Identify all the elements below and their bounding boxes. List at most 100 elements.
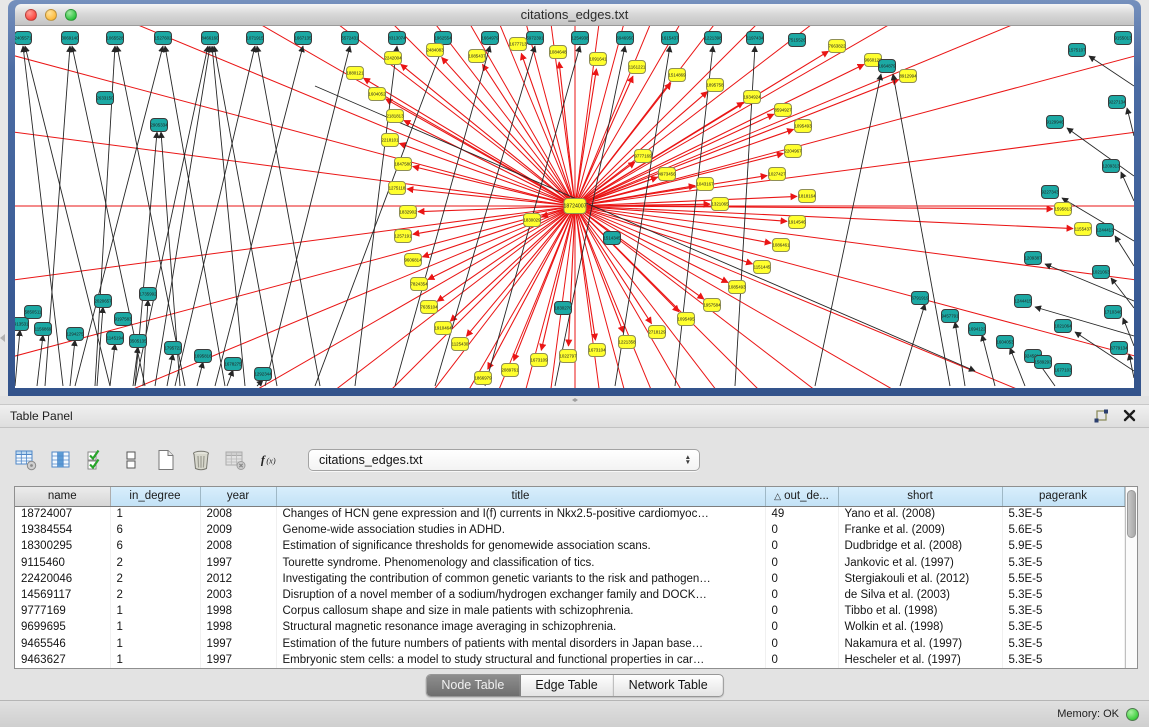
network-node[interactable]: 1615437 bbox=[661, 32, 679, 45]
cell-pagerank[interactable]: 5.9E-5 bbox=[1002, 538, 1124, 554]
network-node[interactable]: 5572431 bbox=[341, 32, 359, 45]
cell-in_degree[interactable]: 1 bbox=[110, 603, 200, 619]
edge-red[interactable] bbox=[15, 26, 575, 206]
table-row[interactable]: 911546021997Tourette syndrome. Phenomeno… bbox=[15, 555, 1124, 571]
cell-year[interactable]: 2012 bbox=[200, 571, 276, 587]
cell-title[interactable]: Tourette syndrome. Phenomenology and cla… bbox=[276, 555, 765, 571]
network-node[interactable]: 1275118 bbox=[389, 182, 406, 195]
edge-red-selected[interactable] bbox=[428, 206, 575, 280]
network-node[interactable]: 7824354 bbox=[410, 278, 428, 291]
network-node[interactable]: 1321065 bbox=[711, 198, 729, 211]
cell-pagerank[interactable]: 5.3E-5 bbox=[1002, 619, 1124, 635]
network-node[interactable]: 1710346 bbox=[1104, 306, 1122, 319]
network-node[interactable]: 1257191 bbox=[394, 230, 412, 243]
network-node[interactable]: 2718129 bbox=[648, 326, 666, 339]
edge-black[interactable] bbox=[1129, 354, 1134, 378]
network-node[interactable]: 1735992 bbox=[139, 288, 157, 301]
network-node[interactable]: 3913531 bbox=[15, 318, 29, 331]
cell-title[interactable]: Investigating the contribution of common… bbox=[276, 571, 765, 587]
edge-black[interactable] bbox=[37, 335, 43, 386]
network-node[interactable]: 1667135 bbox=[294, 32, 312, 45]
close-panel-icon[interactable] bbox=[1123, 409, 1139, 424]
network-node[interactable]: 1678275 bbox=[224, 358, 242, 371]
network-node[interactable]: 3505135 bbox=[129, 335, 147, 348]
tab-node-table[interactable]: Node Table bbox=[426, 675, 520, 696]
network-node[interactable]: 1880121 bbox=[346, 67, 364, 80]
cell-out_degree[interactable]: 0 bbox=[765, 603, 838, 619]
cell-pagerank[interactable]: 5.3E-5 bbox=[1002, 587, 1124, 603]
table-row[interactable]: 1938455462009Genome-wide association stu… bbox=[15, 522, 1124, 538]
edge-black[interactable] bbox=[175, 46, 255, 386]
edge-black[interactable] bbox=[165, 46, 225, 386]
network-node[interactable]: 9457791 bbox=[941, 310, 959, 323]
cell-year[interactable]: 1997 bbox=[200, 652, 276, 668]
delete-columns-icon[interactable] bbox=[189, 448, 213, 472]
cell-year[interactable]: 1997 bbox=[200, 555, 276, 571]
network-node[interactable]: 7515526 bbox=[788, 34, 806, 47]
close-window-button[interactable] bbox=[25, 9, 37, 21]
network-node[interactable]: 9227343 bbox=[1041, 186, 1059, 199]
cell-year[interactable]: 2003 bbox=[200, 587, 276, 603]
row-height-icon[interactable] bbox=[119, 448, 143, 472]
function-builder-icon[interactable]: f (x) bbox=[259, 448, 283, 472]
network-node[interactable]: 1244413 bbox=[1096, 224, 1114, 237]
float-window-icon[interactable] bbox=[1093, 409, 1109, 424]
splitter-grip-icon[interactable] bbox=[570, 398, 579, 402]
network-node[interactable]: 1910464 bbox=[434, 322, 452, 335]
network-node[interactable]: 8466160 bbox=[201, 32, 219, 45]
network-node[interactable]: 1065528 bbox=[106, 32, 124, 45]
edge-red-selected[interactable] bbox=[466, 206, 575, 336]
edge-black[interactable] bbox=[315, 86, 975, 371]
network-node[interactable]: 2405571 bbox=[15, 32, 32, 45]
network-node[interactable]: 1021063 bbox=[1092, 266, 1110, 279]
edge-red-selected[interactable] bbox=[575, 114, 774, 206]
network-node[interactable]: 1673109 bbox=[530, 354, 548, 367]
cell-name[interactable]: 9777169 bbox=[15, 603, 110, 619]
cell-in_degree[interactable]: 1 bbox=[110, 619, 200, 635]
edge-black[interactable] bbox=[815, 74, 881, 386]
network-node[interactable]: 1209387 bbox=[1024, 252, 1042, 265]
cell-name[interactable]: 14569117 bbox=[15, 587, 110, 603]
cell-year[interactable]: 1997 bbox=[200, 636, 276, 652]
cell-short[interactable]: Dudbridge et al. (2008) bbox=[838, 538, 1002, 554]
network-node[interactable]: 1091641 bbox=[589, 53, 607, 66]
table-selector[interactable]: citations_edges.txt ▲▼ bbox=[308, 449, 700, 471]
cell-short[interactable]: Hescheler et al. (1997) bbox=[838, 652, 1002, 668]
network-canvas[interactable]: 2405571306914010655281527602846616010719… bbox=[15, 26, 1134, 388]
network-node[interactable]: 1847580 bbox=[394, 158, 412, 171]
cell-name[interactable]: 18300295 bbox=[15, 538, 110, 554]
tab-network-table[interactable]: Network Table bbox=[614, 675, 723, 696]
cell-pagerank[interactable]: 5.3E-5 bbox=[1002, 652, 1124, 668]
edge-red[interactable] bbox=[15, 26, 575, 206]
select-attributes-icon[interactable] bbox=[84, 448, 108, 472]
network-node[interactable]: 1095495 bbox=[677, 313, 695, 326]
table-row[interactable]: 946554611997Estimation of the future num… bbox=[15, 636, 1124, 652]
cell-title[interactable]: Estimation of significance thresholds fo… bbox=[276, 538, 765, 554]
column-header-title[interactable]: title bbox=[276, 487, 765, 506]
cell-year[interactable]: 2008 bbox=[200, 506, 276, 522]
table-row[interactable]: 946362711997Embryonic stem cells: a mode… bbox=[15, 652, 1124, 668]
network-node[interactable]: 1095493 bbox=[794, 120, 812, 133]
cell-name[interactable]: 9115460 bbox=[15, 555, 110, 571]
network-node[interactable]: 5972391 bbox=[526, 32, 544, 45]
network-node[interactable]: 2218101 bbox=[381, 134, 399, 147]
edge-black[interactable] bbox=[265, 46, 350, 386]
cell-pagerank[interactable]: 5.6E-5 bbox=[1002, 522, 1124, 538]
network-node[interactable]: 1664879 bbox=[878, 60, 896, 73]
network-node[interactable]: 1161221 bbox=[629, 61, 646, 74]
table-row[interactable]: 1872400712008Changes of HCN gene express… bbox=[15, 506, 1124, 522]
network-node[interactable]: 1027427 bbox=[768, 168, 786, 181]
cell-short[interactable]: de Silva et al. (2003) bbox=[838, 587, 1002, 603]
network-node[interactable]: 2484083 bbox=[426, 44, 444, 57]
network-node[interactable]: 1575107 bbox=[1068, 44, 1086, 57]
memory-ok-indicator-icon[interactable] bbox=[1126, 708, 1139, 721]
network-node[interactable]: 1832902 bbox=[399, 206, 417, 219]
network-node[interactable]: 1866979 bbox=[474, 372, 492, 385]
cell-title[interactable]: Structural magnetic resonance image aver… bbox=[276, 619, 765, 635]
edge-black[interactable] bbox=[15, 330, 20, 386]
network-node[interactable]: 1818164 bbox=[798, 190, 816, 203]
cell-out_degree[interactable]: 0 bbox=[765, 571, 838, 587]
edge-black[interactable] bbox=[955, 322, 965, 386]
network-node[interactable]: 1527602 bbox=[154, 32, 172, 45]
edge-black[interactable] bbox=[1115, 236, 1134, 266]
